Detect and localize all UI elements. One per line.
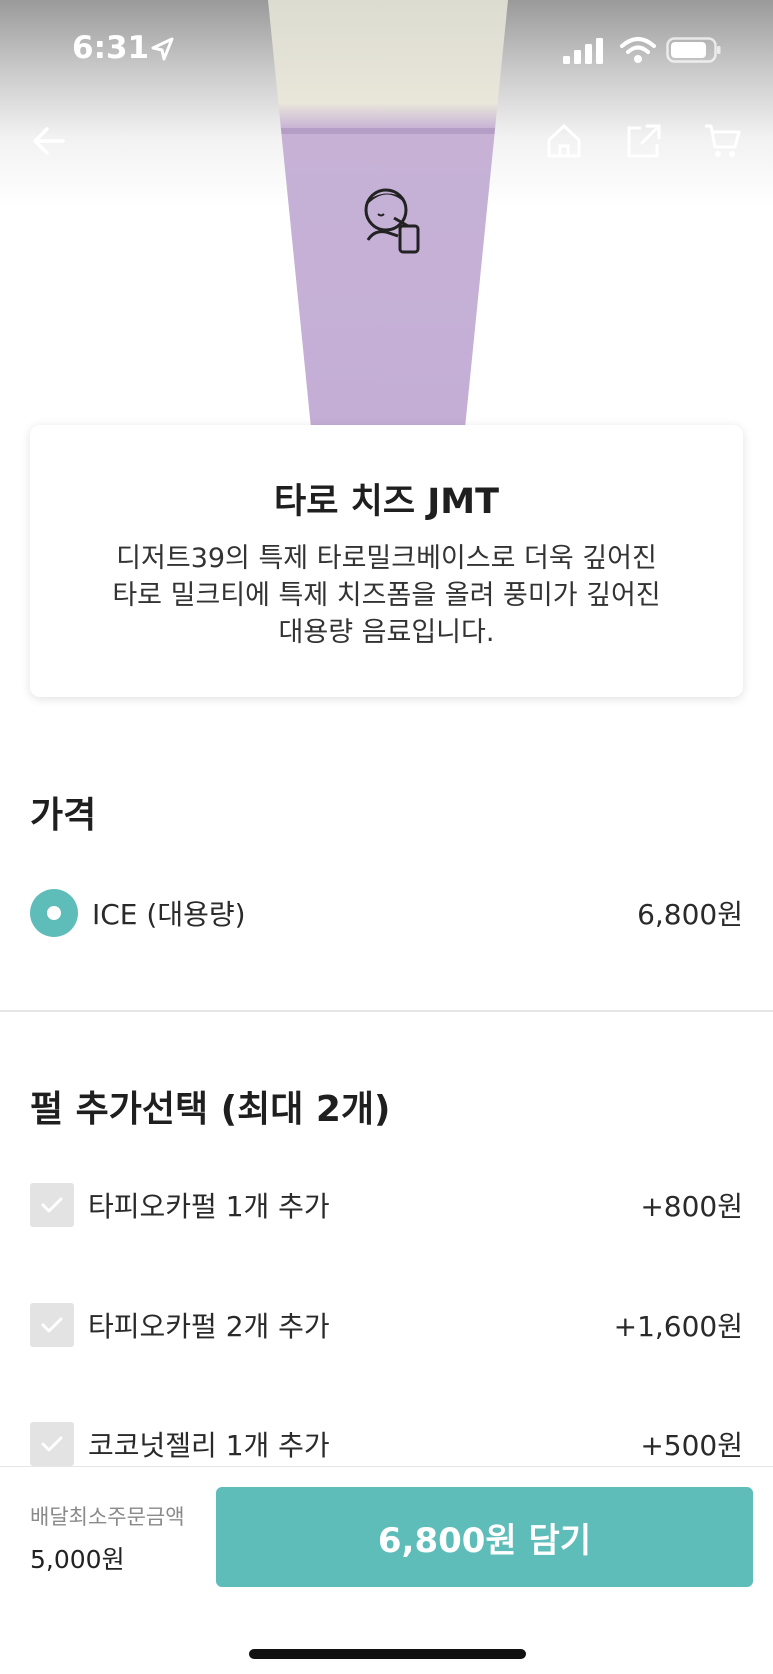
product-title: 타로 치즈 JMT [274,482,499,522]
check-icon [41,1436,63,1452]
back-button[interactable] [26,118,72,164]
home-icon [547,124,581,158]
check-icon [41,1317,63,1333]
checkbox[interactable] [30,1422,74,1466]
cart-icon [705,124,741,157]
pearl-option-coconut-jelly[interactable]: 코코넛젤리 1개 추가 +500원 [30,1419,743,1469]
price-option-ice[interactable]: ICE (대용량) 6,800원 [30,888,743,938]
share-icon [627,124,661,158]
bottom-order-bar: 배달최소주문금액 5,000원 6,800원 담기 [0,1466,773,1674]
option-price: +800원 [640,1190,743,1223]
pearl-option-tapioca-2[interactable]: 타피오카펄 2개 추가 +1,600원 [30,1300,743,1350]
share-button[interactable] [621,118,667,164]
option-price: +1,600원 [613,1310,743,1343]
option-price: +500원 [640,1429,743,1462]
wifi-icon [620,37,656,63]
add-to-cart-button[interactable]: 6,800원 담기 [216,1487,753,1587]
status-bar: 6:31 [0,0,773,100]
battery-icon [666,37,721,63]
cart-button[interactable] [700,118,746,164]
location-arrow-icon [151,37,174,61]
home-button[interactable] [541,118,587,164]
cup-character-illustration [364,188,420,254]
check-icon [41,1197,63,1213]
min-order-label: 배달최소주문금액 [30,1505,185,1529]
option-price: 6,800원 [637,898,743,931]
min-order-value: 5,000원 [30,1545,125,1574]
price-section-title: 가격 [30,795,97,836]
pearl-option-tapioca-1[interactable]: 타피오카펄 1개 추가 +800원 [30,1180,743,1230]
product-info-card: 타로 치즈 JMT 디저트39의 특제 타로밀크베이스로 더욱 깊어진 타로 밀… [30,425,743,697]
home-indicator [249,1649,526,1659]
option-label: 타피오카펄 1개 추가 [88,1190,330,1223]
pearl-section-title: 펄 추가선택 (최대 2개) [30,1089,391,1130]
product-description: 디저트39의 특제 타로밀크베이스로 더욱 깊어진 타로 밀크티에 특제 치즈폼… [112,543,661,648]
option-label: 코코넛젤리 1개 추가 [88,1429,330,1462]
checkbox[interactable] [30,1183,74,1227]
checkbox[interactable] [30,1303,74,1347]
back-arrow-icon [33,127,65,155]
radio-selected[interactable] [30,889,78,937]
section-divider [0,1010,773,1012]
signal-icon [563,38,603,64]
option-label: ICE (대용량) [92,898,246,931]
status-time: 6:31 [72,30,150,66]
option-label: 타피오카펄 2개 추가 [88,1310,330,1343]
